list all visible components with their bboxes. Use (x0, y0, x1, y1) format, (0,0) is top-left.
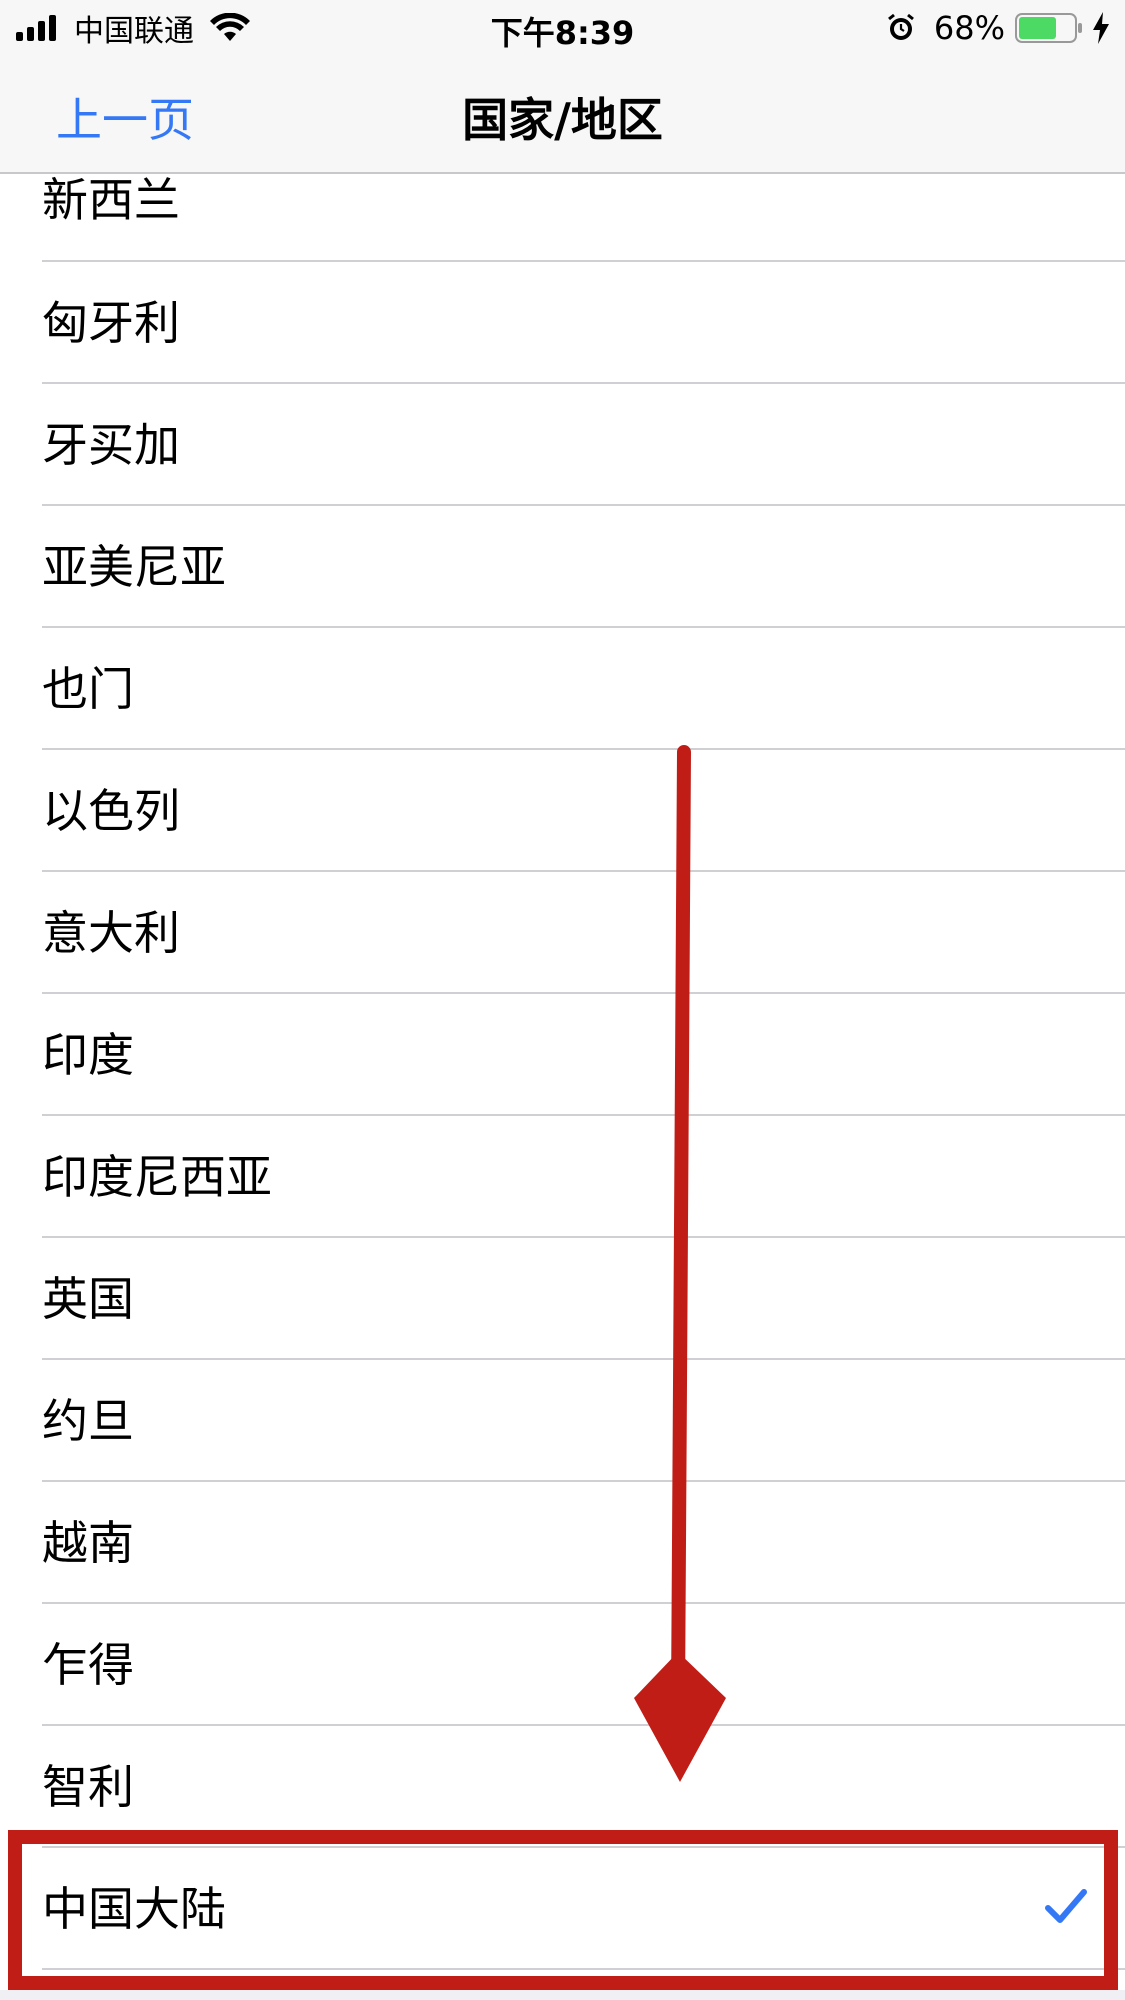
list-item-label: 亚美尼亚 (42, 540, 226, 594)
bottom-strip (0, 1990, 1125, 2000)
checkmark-icon (1045, 1889, 1087, 1923)
list-item-label: 印度 (42, 1028, 134, 1082)
page-title: 国家/地区 (462, 93, 663, 147)
list-item[interactable]: 亚美尼亚 (0, 506, 1125, 628)
list-item[interactable]: 英国 (0, 1238, 1125, 1360)
list-item-label: 牙买加 (42, 418, 180, 472)
list-item-label: 英国 (42, 1272, 134, 1326)
list-item[interactable]: 牙买加 (0, 384, 1125, 506)
list-item[interactable]: 也门 (0, 628, 1125, 750)
list-item-label: 新西兰 (42, 173, 180, 227)
list-item[interactable]: 意大利 (0, 872, 1125, 994)
list-item-label: 匈牙利 (42, 296, 180, 350)
list-item-selected[interactable]: 中国大陆 (0, 1848, 1125, 1970)
list-item[interactable]: 智利 (0, 1726, 1125, 1848)
list-item[interactable]: 印度 (0, 994, 1125, 1116)
status-right: 68% (886, 8, 1111, 48)
list-item-label: 也门 (42, 662, 134, 716)
list-item[interactable]: 越南 (0, 1482, 1125, 1604)
list-item-label: 意大利 (42, 906, 180, 960)
list-item-label: 中国大陆 (42, 1882, 226, 1936)
list-item-label: 印度尼西亚 (42, 1150, 272, 1204)
list-item-label: 约旦 (42, 1394, 134, 1448)
list-item-label: 智利 (42, 1760, 134, 1814)
battery-percent: 68% (933, 9, 1005, 47)
list-item[interactable]: 乍得 (0, 1604, 1125, 1726)
list-item[interactable]: 以色列 (0, 750, 1125, 872)
alarm-icon (887, 13, 914, 40)
list-item-label: 越南 (42, 1516, 134, 1570)
list-item[interactable]: 约旦 (0, 1360, 1125, 1482)
list-item-label: 以色列 (42, 784, 180, 838)
status-bar: 中国联通 下午8:39 68% (0, 0, 1125, 58)
list-item[interactable]: 印度尼西亚 (0, 1116, 1125, 1238)
charging-icon (1093, 12, 1109, 44)
battery-icon (1015, 13, 1082, 43)
list-item[interactable]: 新西兰 (0, 173, 1125, 262)
country-list[interactable]: 新西兰 匈牙利 牙买加 亚美尼亚 也门 以色列 意大利 印度 印度尼西亚 英国 … (0, 173, 1125, 1970)
navigation-bar: 上一页 国家/地区 (0, 58, 1125, 174)
list-item[interactable]: 匈牙利 (0, 262, 1125, 384)
list-item-label: 乍得 (42, 1638, 134, 1692)
